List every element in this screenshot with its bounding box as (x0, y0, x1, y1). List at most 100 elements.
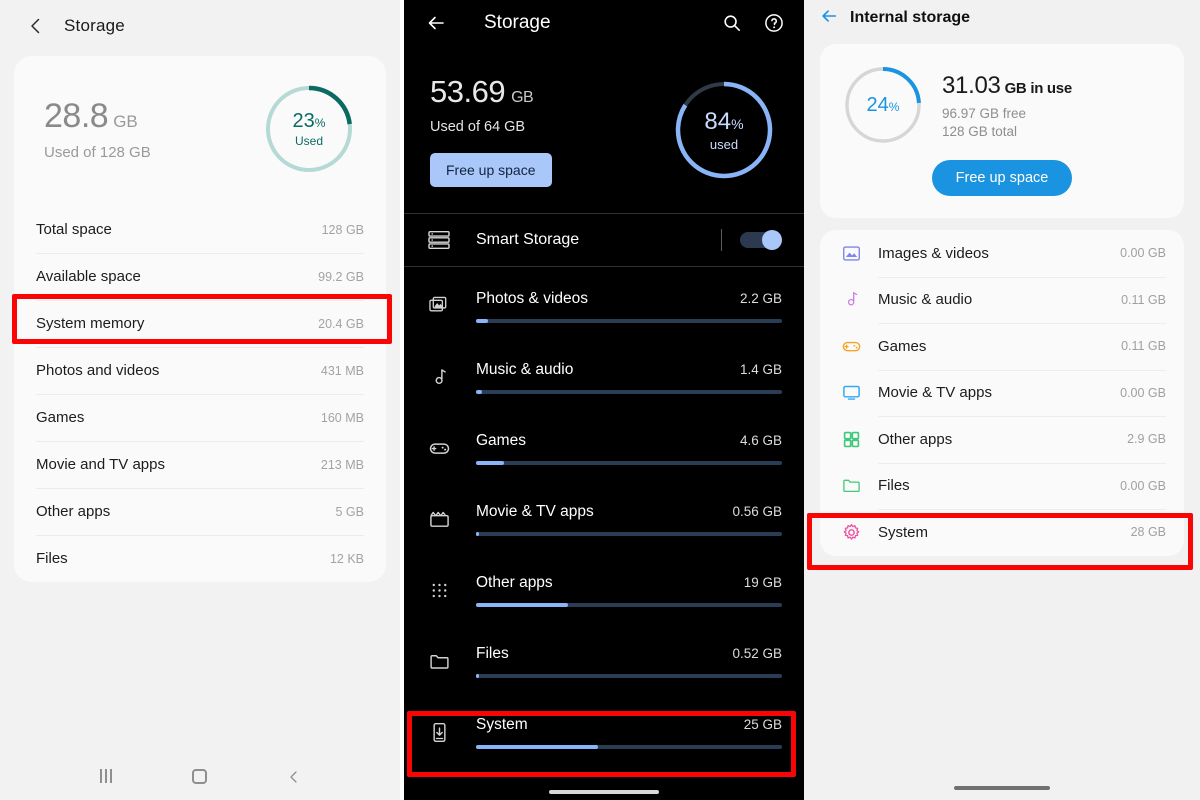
movie-icon (422, 509, 456, 530)
row-label: Files (878, 477, 910, 495)
recents-icon[interactable] (100, 769, 113, 783)
chevron-left-icon[interactable] (28, 18, 44, 34)
panel3-row-images-videos[interactable]: Images & videos 0.00 GB (820, 230, 1184, 277)
arrow-left-icon[interactable] (426, 13, 446, 33)
panel1-system-navbar (0, 752, 400, 800)
panel2-row-top: Photos & videos 2.2 GB (476, 290, 782, 308)
row-label: Music & audio (476, 361, 574, 378)
panel2-row-body: Games 4.6 GB (476, 432, 786, 465)
panel2-row-body: Photos & videos 2.2 GB (476, 290, 786, 323)
usage-bar-fill (476, 390, 483, 394)
row-value: 99.2 GB (318, 269, 364, 284)
row-label: Files (476, 645, 509, 662)
search-icon[interactable] (722, 13, 742, 33)
help-circle-icon[interactable] (764, 13, 784, 33)
panel-samsung-storage: Storage 28.8 GB Used of 128 GB 23% Used … (0, 0, 400, 800)
usage-bar-track (476, 745, 782, 749)
row-value: 0.11 GB (1121, 292, 1166, 307)
panel2-row-other-apps[interactable]: Other apps 19 GB (404, 555, 804, 626)
gesture-pill[interactable] (549, 790, 659, 794)
smart-storage-toggle[interactable] (740, 230, 782, 250)
row-label: Games (36, 409, 85, 426)
panel1-row-total-space[interactable]: Total space 128 GB (14, 206, 386, 253)
row-label: Movie and TV apps (36, 456, 165, 473)
panel1-row-photos-and-videos[interactable]: Photos and videos 431 MB (14, 347, 386, 394)
panel1-row-other-apps[interactable]: Other apps 5 GB (14, 488, 386, 535)
panel2-used-line: 53.69 GB (430, 74, 534, 109)
row-value: 28 GB (1130, 525, 1166, 540)
panel3-row-other-apps[interactable]: Other apps 2.9 GB (820, 416, 1184, 463)
panel3-row-system[interactable]: System 28 GB (820, 509, 1184, 556)
back-chevron-icon[interactable] (288, 770, 300, 783)
panel2-row-top: Other apps 19 GB (476, 574, 782, 592)
panel3-row-music-audio[interactable]: Music & audio 0.11 GB (820, 276, 1184, 324)
row-value: 12 KB (329, 551, 364, 566)
panel2-percent-word: used (709, 137, 739, 152)
panel2-row-body: Music & audio 1.4 GB (476, 361, 786, 394)
row-label: Games (878, 337, 927, 355)
system-phone-icon (422, 722, 456, 743)
panel-pixel-storage: Storage 53.69 GB Used of 64 GB Free up sp… (404, 0, 804, 800)
row-label: Other apps (878, 430, 953, 448)
panel2-percent: 84% (704, 108, 744, 135)
music-icon (836, 290, 866, 309)
panel2-category-list: Photos & videos 2.2 GB Music & audio 1.4 GB… (404, 267, 804, 768)
panel2-row-games[interactable]: Games 4.6 GB (404, 413, 804, 484)
row-label: Photos and videos (36, 362, 160, 379)
panel1-usage-donut: 23% Used (262, 82, 356, 176)
panel2-row-photos-videos[interactable]: Photos & videos 2.2 GB (404, 271, 804, 342)
panel2-row-top: System 25 GB (476, 716, 782, 734)
row-value: 2.9 GB (1127, 432, 1166, 447)
usage-bar-fill (476, 319, 489, 323)
row-value: 431 MB (320, 363, 364, 378)
row-value: 19 GB (743, 575, 782, 590)
panel1-percent: 23% (292, 110, 326, 132)
apps-grid-icon (422, 580, 456, 601)
panel1-row-files[interactable]: Files 12 KB (14, 535, 386, 582)
free-up-space-button[interactable]: Free up space (931, 160, 1073, 196)
apps-grid-icon (836, 430, 866, 449)
panel2-donut-label: 84% used (672, 78, 776, 182)
usage-bar-fill (476, 674, 480, 678)
panel2-row-system[interactable]: System 25 GB (404, 697, 804, 768)
panel2-row-top: Music & audio 1.4 GB (476, 361, 782, 379)
used-number: 28.8 (44, 97, 109, 135)
panel3-row-games[interactable]: Games 0.11 GB (820, 323, 1184, 370)
row-value: 0.00 GB (1120, 385, 1166, 400)
panel3-summary-text: 31.03 GB in use 96.97 GB free 128 GB tota… (942, 64, 1072, 139)
panel3-row-files[interactable]: Files 0.00 GB (820, 462, 1184, 510)
panel1-row-movie-and-tv-apps[interactable]: Movie and TV apps 213 MB (14, 441, 386, 488)
smart-storage-row[interactable]: Smart Storage (404, 213, 804, 267)
panel2-row-music-audio[interactable]: Music & audio 1.4 GB (404, 342, 804, 413)
panel1-row-system-memory[interactable]: System memory 20.4 GB (14, 300, 386, 347)
panel3-row-movie-tv-apps[interactable]: Movie & TV apps 0.00 GB (820, 369, 1184, 417)
panel2-row-movie-tv-apps[interactable]: Movie & TV apps 0.56 GB (404, 484, 804, 555)
panel2-usage-donut: 84% used (672, 78, 776, 182)
row-value: 0.00 GB (1120, 478, 1166, 493)
panel2-summary: 53.69 GB Used of 64 GB Free up space 84% … (404, 46, 804, 213)
row-label: Photos & videos (476, 290, 589, 307)
used-of-total: Used of 128 GB (44, 144, 151, 161)
row-value: 160 MB (320, 410, 364, 425)
panel2-appbar: Storage (404, 0, 804, 46)
three-phone-screenshots: Storage 28.8 GB Used of 128 GB 23% Used … (0, 0, 1200, 800)
total-space-text: 128 GB total (942, 124, 1018, 139)
usage-bar-track (476, 532, 782, 536)
panel2-row-body: System 25 GB (476, 716, 786, 749)
panel1-row-games[interactable]: Games 160 MB (14, 394, 386, 441)
panel2-row-files[interactable]: Files 0.52 GB (404, 626, 804, 697)
used-of-total: Used of 64 GB (430, 119, 526, 135)
free-up-space-button[interactable]: Free up space (430, 153, 552, 187)
folder-icon (422, 651, 456, 672)
panel-internal-storage: Internal storage 24% 31.03 GB in use 96.9… (804, 0, 1200, 800)
usage-bar-track (476, 319, 782, 323)
panel1-row-available-space[interactable]: Available space 99.2 GB (14, 253, 386, 300)
row-label: Available space (36, 268, 141, 285)
row-value: 2.2 GB (739, 291, 782, 306)
home-icon[interactable] (192, 768, 208, 784)
panel1-appbar: Storage (0, 0, 400, 52)
gesture-pill[interactable] (954, 786, 1050, 790)
arrow-left-icon[interactable] (820, 7, 838, 30)
vertical-divider (721, 229, 722, 251)
panel2-row-top: Files 0.52 GB (476, 645, 782, 663)
